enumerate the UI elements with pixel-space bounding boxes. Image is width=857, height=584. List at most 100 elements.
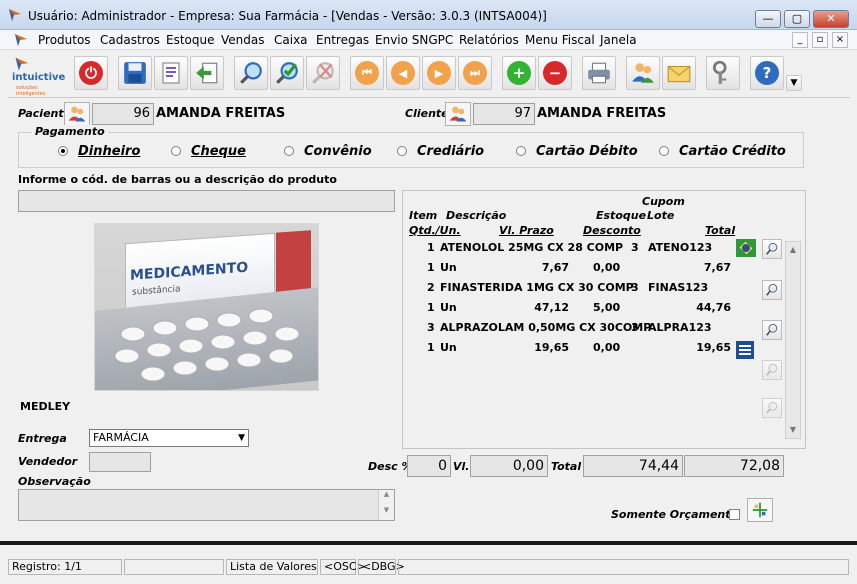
mdi-restore-button[interactable]: ▫ — [812, 32, 828, 48]
row2-details-button[interactable] — [762, 280, 782, 300]
desc-percent-field[interactable]: 0 — [407, 455, 451, 477]
save-button[interactable] — [118, 56, 152, 90]
empty-row-button-1[interactable] — [762, 360, 782, 380]
print-button[interactable] — [582, 56, 616, 90]
cliente-code-field[interactable]: 97 — [473, 103, 535, 125]
scroll-down-icon[interactable]: ▼ — [786, 422, 800, 438]
radio-dinheiro[interactable]: Dinheiro — [58, 144, 140, 159]
menu-caixa[interactable]: Caixa — [274, 33, 308, 47]
save-icon — [124, 62, 146, 84]
radio-crediario[interactable]: Crediário — [397, 144, 484, 159]
menu-entregas[interactable]: Entregas — [316, 33, 369, 47]
help-button[interactable]: ? — [750, 56, 784, 90]
radio-cheque-label: Cheque — [191, 144, 246, 159]
radio-dot — [171, 146, 181, 156]
menu-estoque[interactable]: Estoque — [166, 33, 215, 47]
box-title: MEDICAMENTO — [130, 259, 249, 284]
cliente-name: AMANDA FREITAS — [537, 106, 667, 121]
maximize-button[interactable]: ▢ — [784, 10, 810, 28]
close-button[interactable]: ✕ — [813, 10, 849, 28]
somente-orcamento-checkbox[interactable] — [729, 509, 740, 520]
notes-icon[interactable] — [736, 341, 754, 359]
scroll-up-icon[interactable]: ▲ — [379, 490, 394, 498]
header-qtd: Qtd./Un. — [409, 224, 461, 237]
vendedor-field[interactable] — [89, 452, 151, 472]
paciente-code-field[interactable]: 96 — [92, 103, 154, 125]
toolbar-dropdown-icon[interactable]: ▼ — [786, 75, 802, 91]
row3-total: 19,65 — [696, 341, 731, 354]
users-button[interactable] — [626, 56, 660, 90]
cliente-label: Cliente — [405, 107, 449, 120]
keys-button[interactable] — [706, 56, 740, 90]
scroll-down-icon[interactable]: ▼ — [379, 506, 394, 514]
radio-convenio[interactable]: Convênio — [284, 144, 372, 159]
row1-un: Un — [440, 261, 457, 274]
row2-un: Un — [440, 301, 457, 314]
empty-row-button-2[interactable] — [762, 398, 782, 418]
calculator-button[interactable] — [747, 498, 773, 522]
mdi-close-button[interactable]: × — [832, 32, 848, 48]
row1-details-button[interactable] — [762, 239, 782, 259]
remove-button[interactable]: − — [538, 56, 572, 90]
menu-relatorios[interactable]: Relatórios — [459, 33, 519, 47]
printer-icon — [588, 62, 610, 84]
mail-button[interactable] — [662, 56, 696, 90]
radio-cheque[interactable]: Cheque — [171, 144, 246, 159]
menu-produtos[interactable]: Produtos — [38, 33, 91, 47]
power-button[interactable]: ⏻ — [74, 56, 108, 90]
mdi-minimize-button[interactable]: _ — [792, 32, 808, 48]
minimize-button[interactable]: — — [755, 10, 781, 28]
row2-descricao: FINASTERIDA 1MG CX 30 COMP — [440, 281, 634, 294]
search-button[interactable] — [234, 56, 268, 90]
row3-lote: ALPRA123 — [648, 321, 712, 334]
search-cancel-button[interactable] — [306, 56, 340, 90]
undo-button[interactable] — [190, 56, 224, 90]
first-record-icon: ⏮ — [355, 61, 379, 85]
power-icon: ⏻ — [79, 61, 103, 85]
box-subtitle: substância — [132, 284, 181, 298]
somente-orcamento-label: Somente Orçamento — [611, 508, 739, 521]
scroll-up-icon[interactable]: ▲ — [786, 242, 800, 258]
title-bar: Usuário: Administrador - Empresa: Sua Fa… — [0, 0, 857, 30]
observacao-textarea[interactable] — [18, 489, 395, 521]
menu-janela[interactable]: Janela — [600, 33, 637, 47]
row3-estoque: 3 — [631, 321, 639, 334]
header-vl-prazo: Vl. Prazo — [499, 224, 554, 237]
search-confirm-button[interactable] — [270, 56, 304, 90]
product-image: MEDICAMENTO substância — [94, 223, 319, 391]
desc-label: Desc % — [368, 460, 413, 473]
status-registro: Registro: 1/1 — [8, 559, 122, 575]
vl-desconto-field[interactable]: 0,00 — [470, 455, 548, 477]
previous-record-button[interactable]: ◀ — [386, 56, 420, 90]
first-record-button[interactable]: ⏮ — [350, 56, 384, 90]
product-search-input[interactable] — [18, 190, 395, 212]
row1-vl-prazo: 7,67 — [541, 261, 569, 274]
row2-vl-prazo: 47,12 — [534, 301, 569, 314]
menu-vendas[interactable]: Vendas — [221, 33, 265, 47]
radio-cartao-credito[interactable]: Cartão Crédito — [659, 144, 786, 159]
menu-bar: Produtos Cadastros Estoque Vendas Caixa … — [0, 30, 857, 50]
company-logo: intuictive soluções inteligentes — [12, 54, 68, 97]
last-record-button[interactable]: ⏭ — [458, 56, 492, 90]
next-record-button[interactable]: ▶ — [422, 56, 456, 90]
menu-fiscal[interactable]: Menu Fiscal — [525, 33, 595, 47]
radio-cartao-credito-label: Cartão Crédito — [679, 144, 786, 159]
row1-item: 1 — [427, 241, 435, 254]
paciente-lookup-button[interactable] — [64, 102, 90, 126]
status-lista-valores: Lista de Valores — [226, 559, 318, 575]
entrega-select[interactable]: FARMÁCIA ▼ — [89, 429, 249, 447]
people-icon — [449, 106, 467, 122]
magnifier-icon — [766, 323, 778, 336]
observacao-scrollbar[interactable]: ▲ ▼ — [378, 490, 394, 520]
menu-envio-sngpc[interactable]: Envio SNGPC — [375, 33, 453, 47]
cliente-lookup-button[interactable] — [445, 102, 471, 126]
row2-item: 2 — [427, 281, 435, 294]
paciente-name: AMANDA FREITAS — [156, 106, 286, 121]
grid-scrollbar[interactable]: ▲ ▼ — [785, 241, 801, 439]
row3-details-button[interactable] — [762, 320, 782, 340]
add-button[interactable]: + — [502, 56, 536, 90]
radio-cartao-debito[interactable]: Cartão Débito — [516, 144, 638, 159]
report-button[interactable] — [154, 56, 188, 90]
menu-cadastros[interactable]: Cadastros — [100, 33, 160, 47]
pills-icon — [114, 308, 300, 382]
